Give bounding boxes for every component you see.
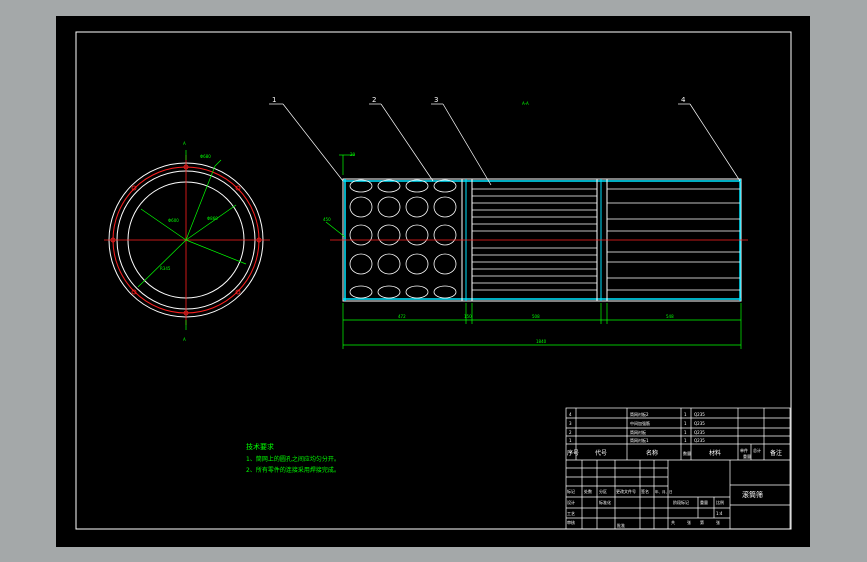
callout-4: 4: [681, 96, 686, 104]
note-line-2: 2、所有零件的连接采用焊接完成。: [246, 466, 340, 474]
bom-material: Q235: [694, 438, 705, 443]
tb-cell: 阶段标记: [673, 499, 689, 505]
dim-label: Φ600: [168, 218, 179, 223]
bom-name: 筒网衬板1: [630, 437, 649, 443]
tb-cell: 标准化: [599, 499, 611, 505]
dim-label: 20: [350, 152, 356, 157]
drawing-sheet: [56, 16, 810, 547]
tb-cell: 审核: [567, 519, 575, 525]
bom-header: 数量: [683, 450, 691, 456]
bom-header: 总计: [753, 447, 761, 453]
bom-material: Q235: [694, 412, 705, 417]
dim-label: Φ680: [200, 154, 211, 159]
bom-header: 材料: [709, 449, 721, 457]
bom-header: 代号: [595, 449, 607, 457]
tb-cell: 比例: [716, 499, 724, 505]
cad-drawing-canvas: A A Φ680 Φ860 Φ600 R345 1 2 3 4 A-A 20 4…: [56, 16, 810, 547]
bom-name: 筒网衬板: [630, 429, 646, 435]
bom-header: 名称: [646, 449, 658, 457]
bom-name: 中间加强筋: [630, 420, 650, 426]
tb-cell: 批准: [617, 522, 625, 528]
tb-cell: 签名: [641, 488, 649, 494]
tb-cell: 重量: [700, 499, 708, 505]
tb-cell: 处数: [584, 488, 592, 494]
drawing-title: 滚筒筛: [742, 490, 763, 499]
section-title: A-A: [522, 101, 529, 106]
dim-label: 548: [666, 314, 674, 319]
bom-header: 序号: [567, 449, 579, 457]
tb-cell: 张: [716, 519, 720, 525]
section-mark: A: [183, 141, 186, 146]
tb-cell: 设计: [567, 499, 575, 505]
dim-label: R345: [160, 266, 171, 271]
tb-scale: 1:4: [716, 511, 723, 516]
dim-label: 472: [398, 314, 406, 319]
bom-header: 单件: [740, 447, 748, 453]
tb-cell: 第: [700, 519, 704, 525]
tb-cell: 标记: [567, 488, 575, 494]
bom-header: 备注: [770, 449, 782, 457]
bom-header-sub: 重量: [743, 453, 751, 459]
tb-cell: 工艺: [567, 511, 575, 516]
dim-label-total: 1840: [536, 339, 547, 344]
tb-cell: 更改文件号: [616, 488, 636, 494]
dim-label: 508: [532, 314, 540, 319]
note-line-1: 1、筒网上的圆孔之间应均匀分开。: [246, 455, 340, 463]
bom-material: Q235: [694, 430, 705, 435]
notes-title: 技术要求: [246, 442, 274, 451]
tb-cell: 张: [687, 519, 691, 525]
bom-material: Q235: [694, 421, 705, 426]
bom-name: 筒网衬板2: [630, 411, 649, 417]
dim-label: 450: [323, 217, 331, 222]
section-mark: A: [183, 337, 186, 342]
tb-cell: 共: [671, 519, 675, 525]
dim-label: 150: [464, 314, 472, 319]
tb-cell: 年、月、日: [655, 489, 673, 494]
tb-cell: 分区: [599, 488, 607, 494]
callout-1: 1: [272, 96, 276, 104]
callout-2: 2: [372, 96, 376, 104]
callout-3: 3: [434, 96, 438, 104]
dim-label: Φ860: [207, 216, 218, 221]
